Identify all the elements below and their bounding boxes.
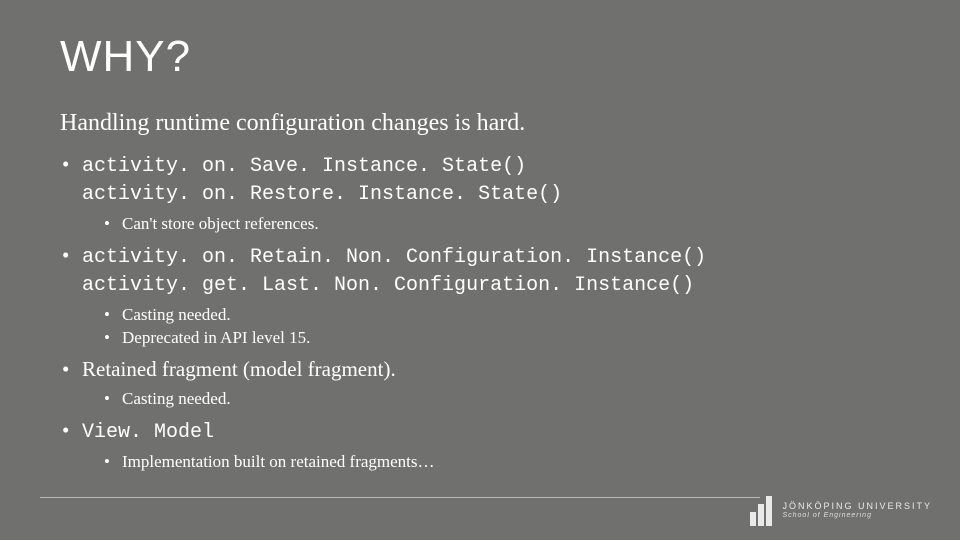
- footer-org: JÖNKÖPING UNIVERSITY: [782, 501, 932, 512]
- bullet-text: Retained fragment (model fragment).: [82, 357, 396, 381]
- list-item: View. Model Implementation built on reta…: [60, 417, 900, 474]
- divider: [40, 497, 760, 498]
- footer-logo: JÖNKÖPING UNIVERSITY School of Engineeri…: [750, 496, 932, 526]
- slide-subtitle: Handling runtime configuration changes i…: [60, 110, 900, 137]
- slide-title: WHY?: [60, 32, 900, 82]
- sub-list-item: Casting needed.: [82, 388, 900, 411]
- sub-list: Can't store object references.: [82, 213, 900, 236]
- list-item: activity. on. Save. Instance. State() ac…: [60, 151, 900, 236]
- list-item: activity. on. Retain. Non. Configuration…: [60, 242, 900, 350]
- sub-list: Casting needed. Deprecated in API level …: [82, 304, 900, 350]
- bullet-list: activity. on. Save. Instance. State() ac…: [60, 151, 900, 474]
- slide: WHY? Handling runtime configuration chan…: [0, 0, 960, 540]
- sub-list-item: Implementation built on retained fragmen…: [82, 451, 900, 474]
- bullet-text: activity. on. Retain. Non. Configuration…: [82, 246, 706, 269]
- bullet-text: activity. on. Restore. Instance. State(): [82, 183, 562, 206]
- sub-list-item: Can't store object references.: [82, 213, 900, 236]
- footer-text: JÖNKÖPING UNIVERSITY School of Engineeri…: [782, 501, 932, 520]
- bullet-text: activity. on. Save. Instance. State(): [82, 155, 526, 178]
- sub-list-item: Deprecated in API level 15.: [82, 327, 900, 350]
- list-item: Retained fragment (model fragment). Cast…: [60, 356, 900, 411]
- university-logo-icon: [750, 496, 772, 526]
- bullet-text: View. Model: [82, 421, 214, 444]
- sub-list-item: Casting needed.: [82, 304, 900, 327]
- sub-list: Casting needed.: [82, 388, 900, 411]
- footer-dept: School of Engineering: [782, 512, 932, 520]
- bullet-text: activity. get. Last. Non. Configuration.…: [82, 274, 694, 297]
- sub-list: Implementation built on retained fragmen…: [82, 451, 900, 474]
